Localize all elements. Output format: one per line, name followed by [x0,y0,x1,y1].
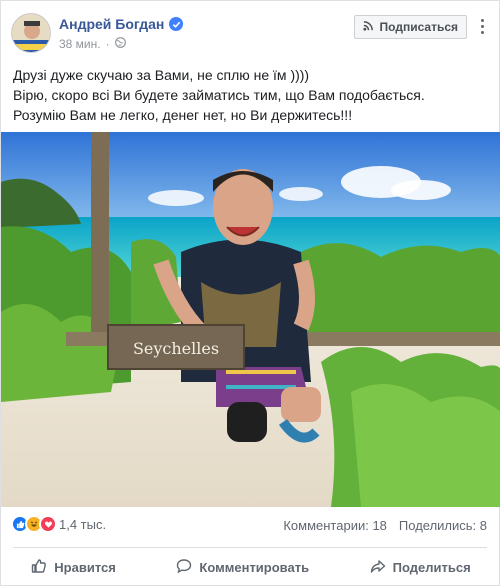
post-time[interactable]: 38 мин. [59,37,101,51]
post-text-line: Розумію Вам не легко, денег нет, но Ви д… [13,107,353,123]
like-button[interactable]: Нравится [21,552,126,583]
share-button[interactable]: Поделиться [360,552,481,583]
post-text: Друзі дуже скучаю за Вами, не сплю не їм… [13,65,493,125]
post-card: Андрей Богдан 38 мин. · Подписаться Друз… [0,0,500,586]
like-label: Нравится [54,559,116,575]
action-bar: Нравится Комментировать Поделиться [1,549,500,585]
shares-count[interactable]: Поделились: 8 [399,518,487,533]
thumbs-up-icon [31,558,47,577]
photo-sign-text: Seychelles [133,339,219,358]
reactions-summary[interactable]: 1,4 тыс. [11,515,106,533]
subscribe-label: Подписаться [379,20,458,34]
verified-badge-icon [169,17,184,31]
post-text-line: Друзі дуже скучаю за Вами, не сплю не їм… [13,67,310,83]
share-arrow-icon [370,558,386,577]
dot-separator: · [105,37,110,51]
reaction-icons [11,515,57,533]
rss-icon [362,20,374,34]
author-avatar[interactable] [11,13,51,53]
comment-label: Комментировать [199,559,310,575]
comments-count[interactable]: Комментарии: 18 [283,518,387,533]
subscribe-button[interactable]: Подписаться [353,15,467,39]
post-photo[interactable]: Seychelles [1,132,500,507]
author-name-link[interactable]: Андрей Богдан [59,16,184,32]
engagement-counts: Комментарии: 18 Поделились: 8 [283,518,487,533]
love-icon [39,515,57,533]
share-label: Поделиться [392,559,471,575]
post-text-line: Вірю, скоро всі Ви будете займатись тим,… [13,87,425,103]
reaction-count[interactable]: 1,4 тыс. [59,517,106,532]
comment-bubble-icon [176,558,192,577]
globe-icon [114,37,126,51]
author-name[interactable]: Андрей Богдан [59,16,164,32]
post-meta: 38 мин. · [59,37,126,51]
comment-button[interactable]: Комментировать [166,552,319,583]
post-options-icon[interactable] [475,17,489,35]
actions-divider [13,547,487,548]
